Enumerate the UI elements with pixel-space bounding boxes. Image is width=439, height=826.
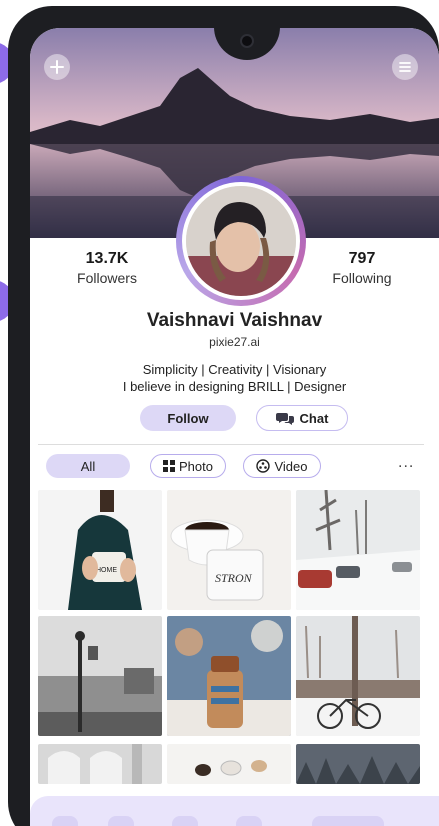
bio-line-2: I believe in designing BRILL | Designer	[122, 379, 347, 394]
followers-stat[interactable]: 13.7K Followers	[64, 250, 150, 286]
tab-video[interactable]: Video	[243, 454, 321, 478]
chat-button[interactable]: Chat	[256, 405, 348, 431]
following-label: Following	[332, 270, 392, 286]
video-icon	[256, 459, 271, 473]
tab-all-label: All	[80, 458, 96, 474]
grid-photo-mug-hands[interactable]: HOME	[38, 490, 162, 610]
grid-icon	[163, 460, 175, 472]
follow-button[interactable]: Follow	[140, 405, 236, 431]
camera-lens	[240, 34, 254, 48]
nav-item-4[interactable]	[236, 816, 262, 826]
phone-frame: 13.7K Followers 797 Following Vaishnavi …	[8, 6, 439, 826]
chat-label: Chat	[299, 410, 329, 426]
menu-button[interactable]	[392, 54, 418, 80]
grid-photo-arches[interactable]	[38, 744, 162, 784]
profile-handle: pixie27.ai	[209, 335, 260, 349]
svg-text:HOME: HOME	[96, 567, 117, 574]
follow-label: Follow	[167, 410, 209, 426]
tab-photo-label: Photo	[179, 458, 213, 474]
more-icon[interactable]: ...	[398, 454, 414, 472]
grid-photo-bicycle[interactable]	[296, 616, 420, 736]
avatar	[182, 182, 300, 300]
section-divider	[38, 444, 424, 445]
add-button[interactable]	[44, 54, 70, 80]
tab-photo[interactable]: Photo	[150, 454, 226, 478]
grid-photo-jar[interactable]	[167, 616, 291, 736]
followers-count: 13.7K	[85, 250, 129, 267]
grid-photo-lamp-street[interactable]	[38, 616, 162, 736]
bio-line-1: Simplicity | Creativity | Visionary	[142, 362, 327, 377]
tab-all[interactable]: All	[46, 454, 130, 478]
grid-photo-coffee[interactable]: STRON	[167, 490, 291, 610]
app-stage: 13.7K Followers 797 Following Vaishnavi …	[0, 0, 439, 826]
followers-label: Followers	[77, 270, 137, 286]
profile-name: Vaishnavi Vaishnav	[146, 310, 323, 331]
nav-item-2[interactable]	[108, 816, 134, 826]
grid-photo-forest[interactable]	[296, 744, 420, 784]
following-count: 797	[348, 250, 376, 267]
grid-photo-cups[interactable]	[167, 744, 291, 784]
profile-screen: 13.7K Followers 797 Following Vaishnavi …	[30, 28, 439, 826]
grid-photo-snow-street[interactable]	[296, 490, 420, 610]
nav-item-3[interactable]	[172, 816, 198, 826]
tab-video-label: Video	[274, 458, 308, 474]
nav-item-1[interactable]	[52, 816, 78, 826]
menu-icon	[399, 62, 411, 72]
avatar-ring[interactable]	[176, 176, 306, 306]
nav-item-5[interactable]	[312, 816, 384, 826]
plus-icon	[50, 60, 64, 74]
chat-icon	[275, 413, 294, 425]
following-stat[interactable]: 797 Following	[320, 250, 404, 286]
svg-text:STRON: STRON	[215, 571, 253, 585]
